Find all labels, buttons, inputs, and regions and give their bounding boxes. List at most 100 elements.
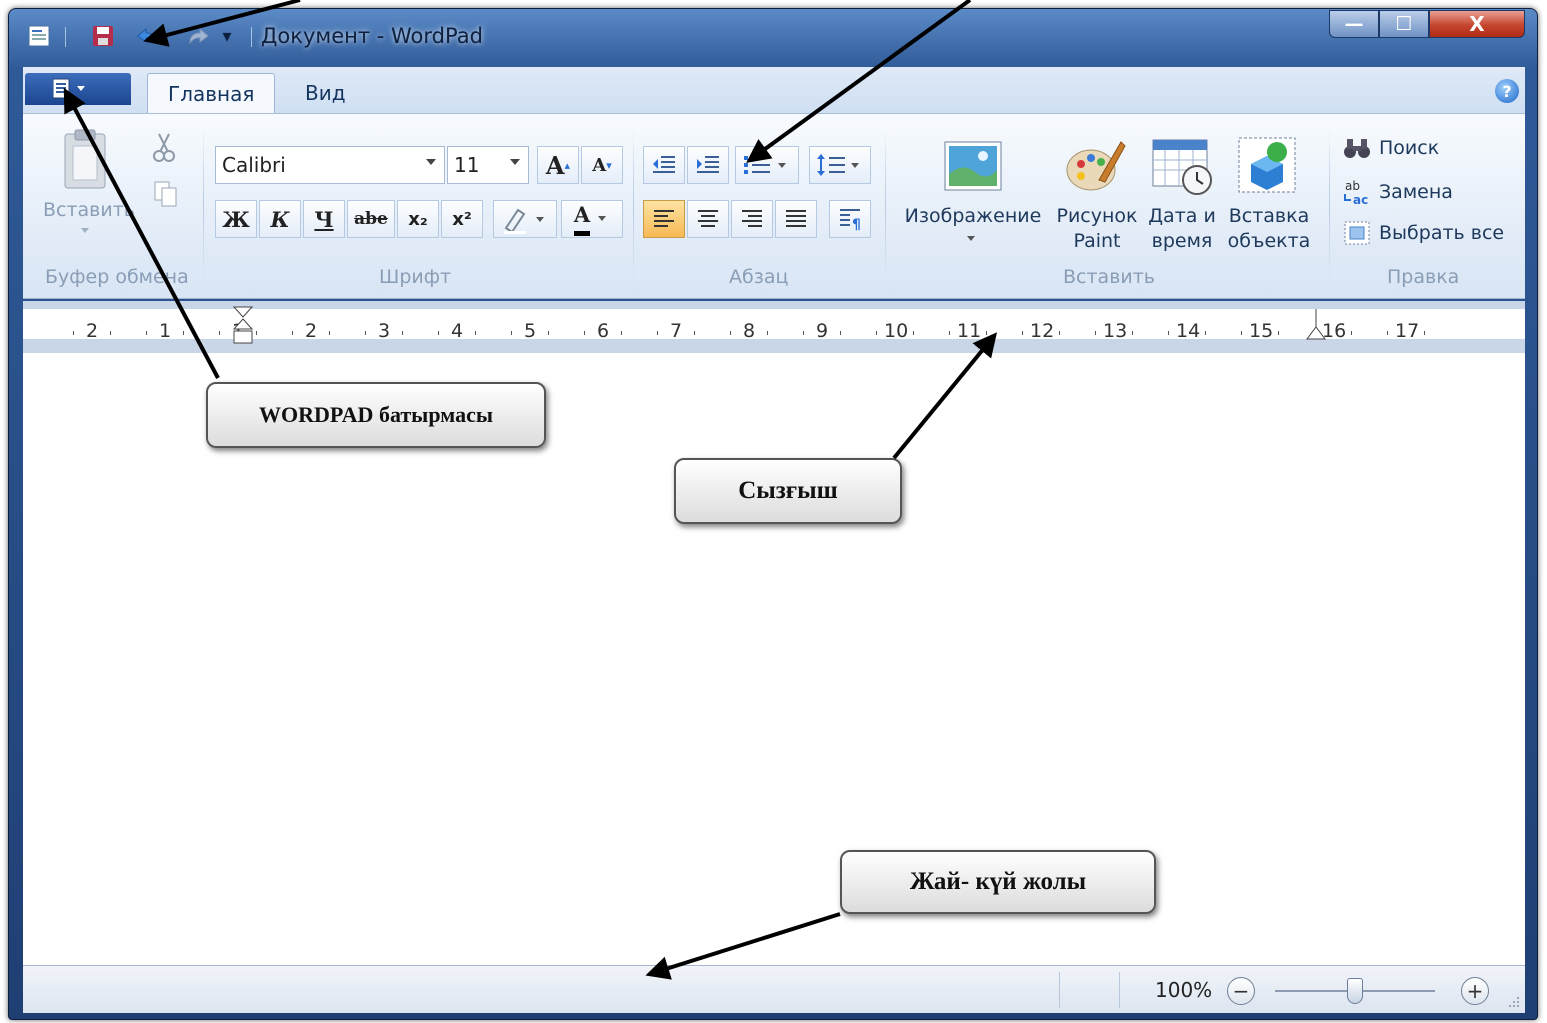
zoom-slider-thumb[interactable] [1347,978,1363,1004]
ruler-tick [802,331,804,335]
tab-view-label: Вид [305,81,346,105]
font-family-combo[interactable]: Calibri [215,146,445,184]
ruler-tick [364,331,366,335]
bold-button[interactable]: Ж [215,200,257,238]
zoom-in-button[interactable]: + [1461,977,1489,1005]
subscript-button[interactable]: x₂ [397,200,439,238]
paste-dropdown-arrow[interactable] [81,228,89,233]
ruler-tick [1058,331,1060,335]
tab-home[interactable]: Главная [147,73,276,113]
align-left-button[interactable] [643,200,685,238]
help-glyph: ? [1502,81,1512,101]
ribbon-tab-bar: Главная Вид ? [23,67,1525,113]
italic-button[interactable]: К [259,200,301,238]
ruler-number: 5 [524,320,537,342]
redo-icon[interactable] [185,23,213,49]
wordpad-menu-button[interactable] [25,73,131,105]
font-color-button[interactable]: A [561,200,623,238]
resize-grip-icon[interactable] [1507,995,1521,1009]
align-center-icon [698,210,718,227]
paragraph-group-label: Абзац [729,266,789,288]
minimize-button[interactable]: — [1329,10,1379,38]
chevron-down-icon [598,216,607,221]
title-bar: ▾ Документ - WordPad — ☐ X [9,9,1537,65]
tab-view[interactable]: Вид [285,73,366,113]
shrink-font-button[interactable]: A ▾ [581,146,623,184]
justify-button[interactable] [775,200,817,238]
object-label-line1: Вставка [1228,205,1310,227]
grow-font-button[interactable]: A ▴ [537,146,579,184]
replace-icon: abac [1344,179,1368,206]
zoom-level[interactable]: 100% [1155,978,1212,1002]
ruler-tick [583,331,585,335]
ruler-tick [985,331,987,335]
paragraph-settings-button[interactable]: ¶ [829,200,871,238]
highlight-color-button[interactable] [493,200,557,238]
underline-button[interactable]: Ч [303,200,345,238]
font-color-icon: A [573,202,591,236]
ruler-tick [1386,331,1388,335]
decrease-indent-icon [653,156,675,173]
ruler[interactable]: 211234567891011121314151617 [23,301,1525,353]
calendar-clock-icon [1152,139,1212,195]
callout-wordpad-button-text: WORDPAD батырмасы [258,402,494,427]
paste-button[interactable] [61,128,109,197]
maximize-button[interactable]: ☐ [1379,10,1429,38]
date-time-button[interactable] [1151,136,1215,201]
strikethrough-icon: abe [354,209,388,229]
maximize-icon: ☐ [1395,13,1413,35]
cut-icon[interactable] [151,132,177,169]
minimize-icon: — [1344,13,1364,35]
ruler-tick [1204,331,1206,335]
wordpad-menu-icon [53,78,85,99]
increase-indent-button[interactable] [687,146,729,184]
copy-icon[interactable] [153,180,179,213]
bullets-button[interactable] [735,146,799,184]
underline-icon: Ч [314,206,334,232]
help-icon[interactable]: ? [1495,79,1519,103]
align-right-button[interactable] [731,200,773,238]
select-all-button[interactable]: Выбрать все [1343,220,1504,246]
indent-marker-icon[interactable] [231,305,255,351]
find-button[interactable]: Поиск [1343,136,1439,160]
justify-icon [786,210,806,227]
picture-dropdown-arrow[interactable] [967,236,975,241]
align-center-button[interactable] [687,200,729,238]
line-spacing-button[interactable] [809,146,871,184]
picture-button[interactable] [943,140,1003,197]
qat-separator [251,27,252,47]
replace-button[interactable]: ab ac Замена [1343,178,1453,206]
ruler-number: 8 [743,320,756,342]
strikethrough-button[interactable]: abe [347,200,395,238]
grow-font-icon: A [545,150,565,180]
ruler-tick [72,331,74,335]
ruler-number: 11 [957,320,982,342]
status-separator [1119,972,1120,1008]
zoom-out-button[interactable]: − [1227,977,1255,1005]
undo-icon[interactable] [133,23,161,49]
paint-drawing-button[interactable] [1063,136,1127,201]
wordpad-app-icon[interactable] [25,23,53,49]
customize-qat-dropdown[interactable]: ▾ [213,23,241,49]
right-indent-marker-icon[interactable] [1305,307,1327,341]
callout-ruler: Сызғыш [674,458,902,524]
ruler-tick [328,331,330,335]
close-button[interactable]: X [1429,10,1525,38]
date-time-label: Дата и время [1137,204,1227,254]
decrease-indent-button[interactable] [643,146,685,184]
status-separator [1059,972,1060,1008]
chevron-down-icon [510,159,520,165]
tab-home-label: Главная [168,81,255,106]
superscript-button[interactable]: x² [441,200,483,238]
ruler-tick [218,331,220,335]
font-size-combo[interactable]: 11 [447,146,529,184]
subscript-icon: x₂ [408,208,428,230]
datetime-label-line1: Дата и [1148,205,1216,227]
picture-icon [944,141,1002,191]
save-icon[interactable] [89,23,117,49]
bullet-list-icon [744,156,786,174]
object-label-line2: объекта [1227,230,1311,252]
insert-object-button[interactable] [1237,136,1301,201]
ruler-number: 10 [884,320,909,342]
group-separator [633,126,634,284]
